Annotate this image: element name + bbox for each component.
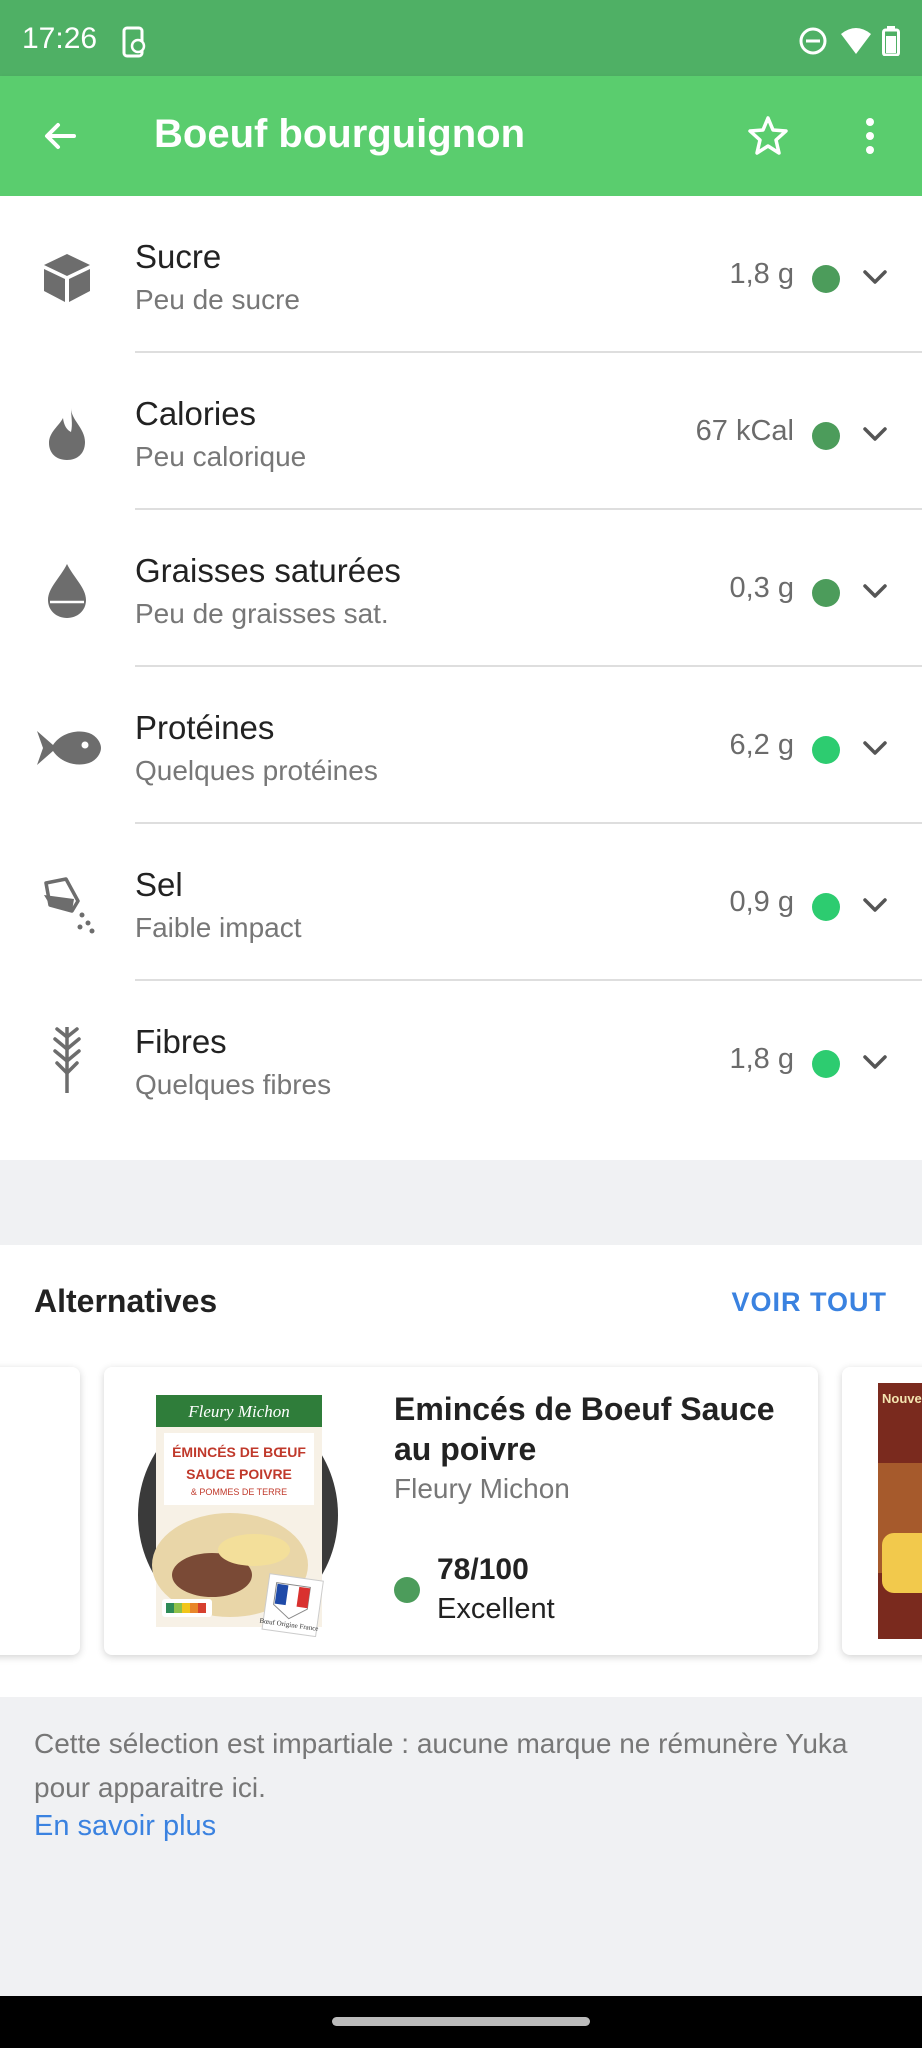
nutrient-description: Peu de sucre (135, 284, 300, 315)
phone-sync-icon (120, 26, 148, 63)
nutrient-name: Fibres (135, 1023, 227, 1060)
svg-text:SAUCE POIVRE: SAUCE POIVRE (186, 1466, 292, 1482)
alternatives-section: Alternatives VOIR TOUT Fleury Michon ÉMI… (0, 1245, 922, 1697)
nutrient-value: 0,3 g (729, 572, 795, 604)
nutrient-list: Sucre Peu de sucre 1,8 g Calories Peu ca… (0, 196, 922, 1160)
nutrient-row-fibres[interactable]: Fibres Quelques fibres 1,8 g (0, 981, 922, 1138)
svg-text:ÉMINCÉS DE BŒUF: ÉMINCÉS DE BŒUF (172, 1444, 306, 1460)
status-dot (812, 1050, 840, 1078)
nutrient-value: 1,8 g (729, 258, 795, 290)
see-all-button[interactable]: VOIR TOUT (731, 1287, 887, 1318)
package-brand: Fleury Michon (187, 1402, 290, 1421)
nutrient-name: Calories (135, 395, 257, 432)
chevron-down-icon[interactable] (860, 733, 890, 763)
chevron-down-icon[interactable] (860, 890, 890, 920)
nutrient-name: Sel (135, 866, 183, 903)
nutrient-row-sel[interactable]: Sel Faible impact 0,9 g (0, 824, 922, 981)
chevron-down-icon[interactable] (860, 576, 890, 606)
product-image: Fleury Michon ÉMINCÉS DE BŒUF SAUCE POIV… (134, 1385, 344, 1638)
nutrient-row-proteines[interactable]: Protéines Quelques protéines 6,2 g (0, 667, 922, 824)
status-dot (812, 893, 840, 921)
package-subtitle: & POMMES DE TERRE (191, 1487, 287, 1497)
nutrient-name: Protéines (135, 709, 275, 746)
status-dot (812, 736, 840, 764)
nutrient-value: 1,8 g (729, 1043, 795, 1075)
status-bar: 17:26 (0, 0, 922, 84)
app-bar: Boeuf bourguignon (0, 76, 922, 196)
star-icon[interactable] (738, 106, 798, 166)
nutrient-value: 0,9 g (729, 886, 795, 918)
page-title: Boeuf bourguignon (154, 112, 526, 156)
nutrient-row-calories[interactable]: Calories Peu calorique 67 kCal (0, 353, 922, 510)
alternative-card-previous[interactable] (0, 1367, 80, 1655)
score-dot (394, 1577, 420, 1603)
chevron-down-icon[interactable] (860, 262, 890, 292)
product-rating: Excellent (437, 1593, 555, 1625)
dnd-icon (798, 26, 828, 61)
nutrient-name: Graisses saturées (135, 552, 401, 589)
wifi-icon (840, 26, 872, 61)
nutrient-description: Peu calorique (135, 441, 307, 472)
nutrient-row-sucre[interactable]: Sucre Peu de sucre 1,8 g (0, 196, 922, 353)
drop-icon (32, 556, 102, 626)
learn-more-link[interactable]: En savoir plus (34, 1810, 216, 1843)
nutrient-row-graisses[interactable]: Graisses saturées Peu de graisses sat. 0… (0, 510, 922, 667)
product-name: Emincés de Boeuf Sauce au poivre (394, 1391, 775, 1467)
nutrient-description: Quelques fibres (135, 1069, 332, 1100)
product-image: Nouvelle (878, 1383, 922, 1639)
flame-icon (32, 399, 102, 469)
status-dot (812, 422, 840, 450)
alternative-card-next[interactable]: Nouvelle (842, 1367, 922, 1655)
status-dot (812, 265, 840, 293)
chevron-down-icon[interactable] (860, 1047, 890, 1077)
fish-icon (30, 713, 106, 783)
nutrient-name: Sucre (135, 238, 222, 275)
back-arrow-icon[interactable] (30, 106, 90, 166)
more-vert-icon[interactable] (840, 106, 900, 166)
product-brand: Fleury Michon (394, 1473, 570, 1504)
product-score: 78/100 (437, 1553, 529, 1586)
nutrient-description: Faible impact (135, 912, 302, 943)
nutrient-value: 6,2 g (729, 729, 795, 761)
status-time: 17:26 (22, 22, 98, 55)
navigation-bar (0, 1996, 922, 2048)
nutrient-description: Peu de graisses sat. (135, 598, 389, 629)
home-handle[interactable] (332, 2017, 590, 2026)
disclaimer-text: Cette sélection est impartiale : aucune … (34, 1728, 848, 1803)
sugar-cube-icon (32, 242, 102, 312)
nutrient-description: Quelques protéines (135, 755, 378, 786)
alternative-card[interactable]: Fleury Michon ÉMINCÉS DE BŒUF SAUCE POIV… (104, 1367, 818, 1655)
alternatives-title: Alternatives (34, 1283, 218, 1319)
product-label: Nouvelle (882, 1391, 922, 1406)
chevron-down-icon[interactable] (860, 419, 890, 449)
wheat-icon (32, 1019, 102, 1099)
battery-icon (882, 26, 900, 61)
status-dot (812, 579, 840, 607)
salt-shaker-icon (32, 870, 102, 940)
nutrient-value: 67 kCal (695, 415, 794, 447)
